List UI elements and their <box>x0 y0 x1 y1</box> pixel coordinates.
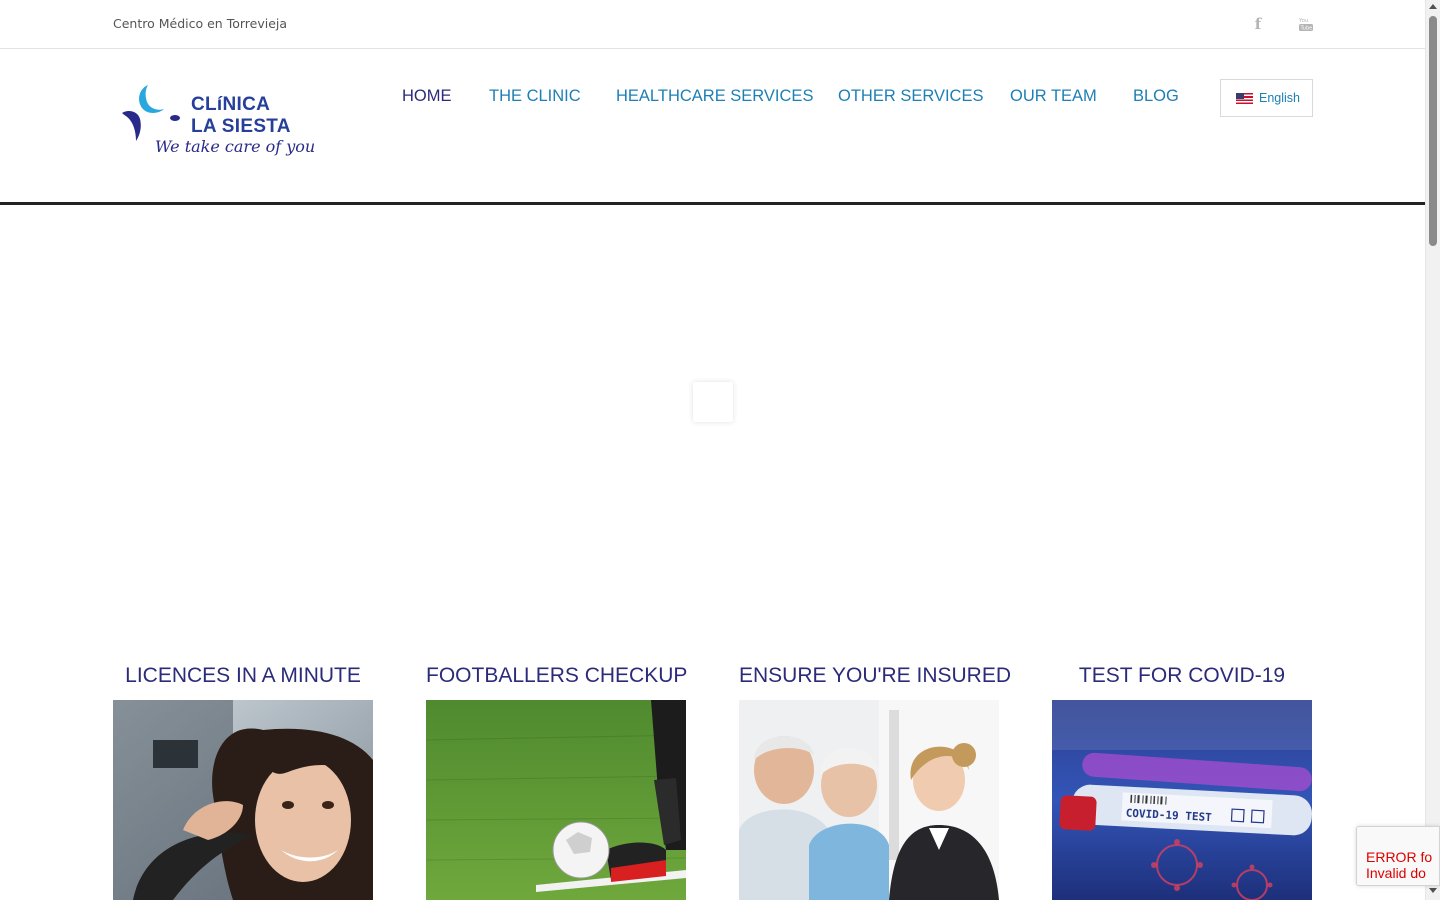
svg-text:Tube: Tube <box>1300 26 1313 32</box>
nav-home[interactable]: HOME <box>402 87 452 106</box>
recaptcha-badge[interactable]: ERROR fo Invalid do <box>1356 826 1440 886</box>
scroll-up-icon[interactable] <box>1429 4 1437 9</box>
card-title: LICENCES IN A MINUTE <box>125 664 361 687</box>
football-image[interactable] <box>426 700 686 900</box>
language-selector[interactable]: English <box>1220 79 1313 117</box>
card-title: ENSURE YOU'RE INSURED <box>739 664 1012 687</box>
youtube-icon[interactable]: You Tube <box>1297 15 1315 33</box>
logo-slogan: We take care of you <box>155 137 316 156</box>
nav-the-clinic[interactable]: THE CLINIC <box>489 87 581 106</box>
card-footballers[interactable]: FOOTBALLERS CHECKUP <box>426 660 688 900</box>
covid-test-image[interactable]: COVID-19 TEST <box>1052 700 1312 900</box>
scroll-down-icon[interactable] <box>1429 888 1437 893</box>
insurance-image[interactable] <box>739 700 999 900</box>
nav-other-services[interactable]: OTHER SERVICES <box>838 87 983 106</box>
nav-our-team[interactable]: OUR TEAM <box>1010 87 1097 106</box>
header-divider <box>0 202 1425 205</box>
nav-healthcare-services[interactable]: HEALTHCARE SERVICES <box>616 87 813 106</box>
woman-driving-image[interactable] <box>113 700 373 900</box>
site-tagline: Centro Médico en Torrevieja <box>113 16 288 31</box>
recaptcha-error-line1: ERROR fo <box>1366 849 1433 865</box>
card-covid[interactable]: TEST FOR COVID-19 COVID-19 TEST <box>1052 660 1312 900</box>
clinic-logo[interactable]: CLíNICA LA SIESTA We take care of you <box>118 83 315 161</box>
top-bar: Centro Médico en Torrevieja f You Tube <box>0 0 1425 49</box>
us-flag-icon <box>1236 92 1253 104</box>
card-insurance[interactable]: ENSURE YOU'RE INSURED <box>739 660 1012 900</box>
logo-word-clinica: CLíNICA <box>191 94 271 115</box>
logo-mark-icon <box>122 85 180 141</box>
facebook-icon[interactable]: f <box>1249 15 1267 33</box>
scroll-thumb[interactable] <box>1429 16 1437 246</box>
language-label: English <box>1259 91 1300 105</box>
card-licences[interactable]: LICENCES IN A MINUTE <box>113 660 373 900</box>
recaptcha-error-line2: Invalid do <box>1366 865 1426 881</box>
svg-text:You: You <box>1298 18 1308 24</box>
page-scrollbar[interactable] <box>1425 0 1440 900</box>
nav-blog[interactable]: BLOG <box>1133 87 1179 106</box>
card-title: FOOTBALLERS CHECKUP <box>426 664 688 687</box>
logo-word-la-siesta: LA SIESTA <box>191 116 291 137</box>
slider-loader <box>693 382 733 422</box>
card-title: TEST FOR COVID-19 <box>1078 664 1286 687</box>
